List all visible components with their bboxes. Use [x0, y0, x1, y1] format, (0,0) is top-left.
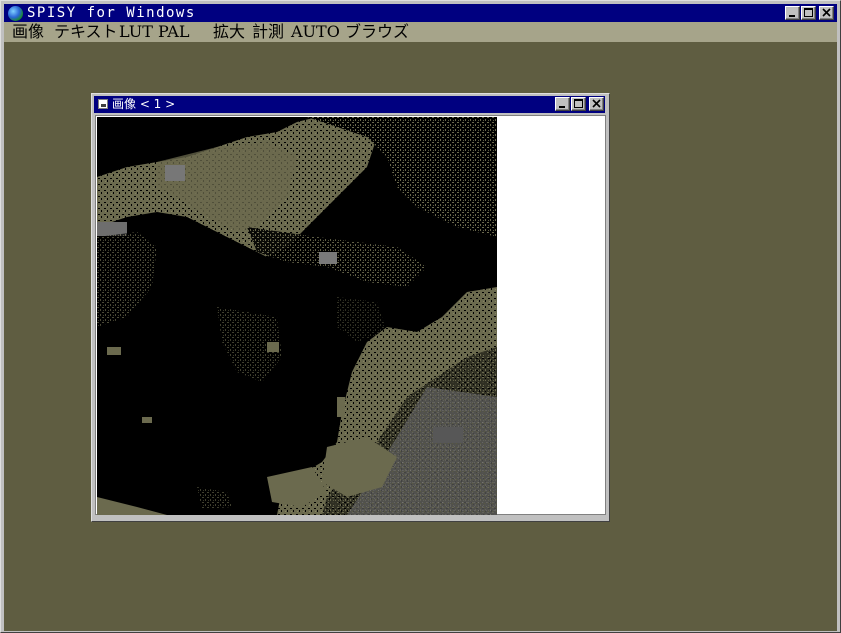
close-button[interactable]	[819, 6, 834, 20]
menu-measure[interactable]: 計測	[252, 22, 284, 42]
menu-text[interactable]: テキスト	[54, 22, 118, 42]
minimize-icon	[789, 15, 795, 17]
maximize-icon	[804, 8, 813, 17]
image-canvas[interactable]	[95, 115, 606, 515]
close-icon	[822, 8, 831, 17]
main-titlebar[interactable]: SPISY for Windows	[4, 4, 837, 22]
maximize-icon	[574, 99, 583, 108]
satellite-image[interactable]	[97, 117, 497, 515]
menu-browse[interactable]: ブラウズ	[345, 22, 409, 42]
image-minimize-button[interactable]	[555, 97, 570, 111]
globe-icon[interactable]	[8, 6, 23, 21]
maximize-button[interactable]	[801, 6, 816, 20]
app-title: SPISY for Windows	[27, 5, 196, 21]
menu-pal[interactable]: PAL	[158, 22, 189, 42]
mdi-workspace: 画像 < 1 >	[4, 42, 837, 631]
image-window-title: 画像 < 1 >	[112, 97, 176, 111]
satellite-image-svg	[97, 117, 497, 515]
image-window-titlebar[interactable]: 画像 < 1 >	[94, 96, 605, 113]
menu-lut[interactable]: LUT	[119, 22, 153, 42]
menu-image[interactable]: 画像	[12, 22, 44, 42]
menu-zoom[interactable]: 拡大	[213, 22, 245, 42]
image-close-button[interactable]	[589, 97, 604, 111]
document-icon[interactable]	[98, 99, 108, 109]
menu-auto[interactable]: AUTO	[291, 22, 340, 42]
minimize-button[interactable]	[785, 6, 800, 20]
main-window: SPISY for Windows 画像 テキスト LUT PAL 拡大 計測 …	[0, 0, 841, 633]
image-window: 画像 < 1 >	[91, 93, 610, 522]
close-icon	[592, 99, 601, 108]
image-maximize-button[interactable]	[571, 97, 586, 111]
minimize-icon	[559, 106, 565, 108]
menubar: 画像 テキスト LUT PAL 拡大 計測 AUTO ブラウズ	[4, 22, 837, 42]
